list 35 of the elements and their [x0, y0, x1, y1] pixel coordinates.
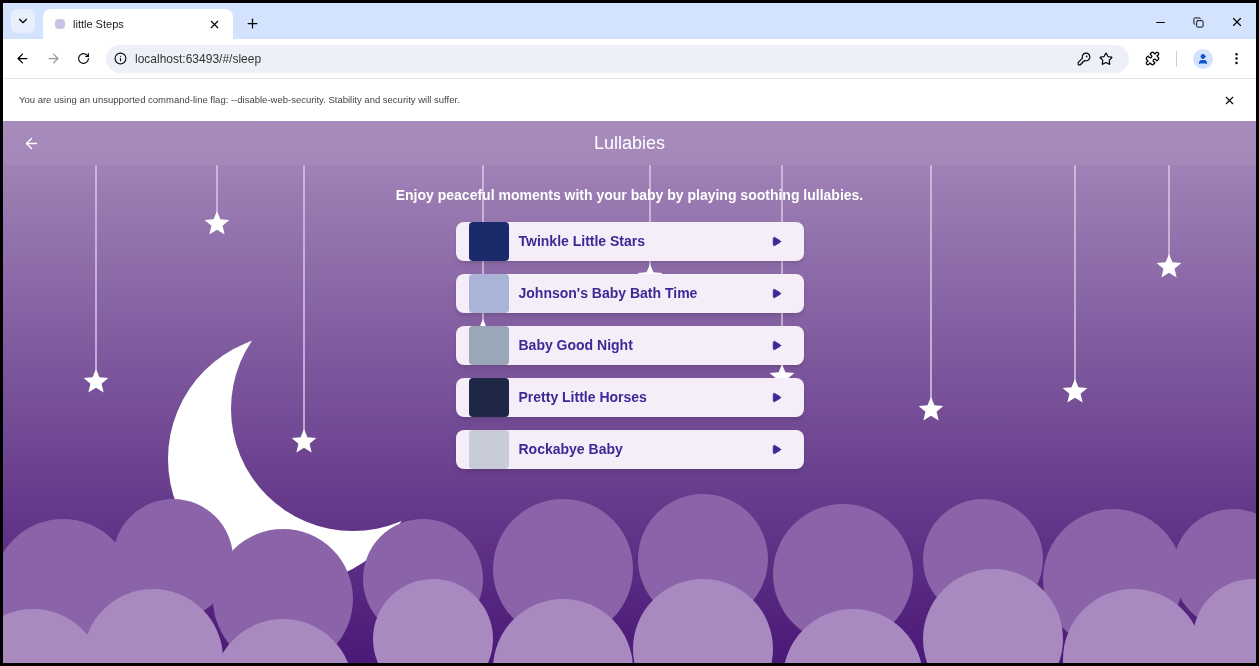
- new-tab-icon[interactable]: [245, 16, 260, 31]
- subtitle: Enjoy peaceful moments with your baby by playing soothing lullabies.: [395, 186, 864, 205]
- extensions-icon[interactable]: [1145, 51, 1160, 66]
- lullaby-card[interactable]: Johnson's Baby Bath Time: [455, 274, 804, 313]
- close-icon[interactable]: [1230, 15, 1244, 29]
- photo-placeholder: [468, 222, 509, 261]
- play-icon[interactable]: [770, 288, 782, 299]
- app-bar-title: Lullabies: [592, 131, 667, 155]
- reload-icon[interactable]: [77, 52, 90, 65]
- lullaby-card[interactable]: Twinkle Little Stars: [455, 222, 804, 261]
- lullaby-card[interactable]: Pretty Little Horses: [455, 378, 804, 417]
- browser-tab[interactable]: little Steps: [43, 9, 233, 39]
- play-icon[interactable]: [770, 392, 782, 403]
- info-icon: [114, 52, 127, 65]
- photo-placeholder: [468, 326, 509, 365]
- play-icon[interactable]: [770, 340, 782, 351]
- address-text: localhost:63493/#/sleep: [135, 50, 263, 68]
- address-bar[interactable]: localhost:63493/#/sleep: [106, 44, 1129, 73]
- lullaby-card[interactable]: Rockabye Baby: [455, 430, 804, 469]
- photo-placeholder: [468, 378, 509, 417]
- photo-placeholder: [468, 430, 509, 469]
- lullaby-card[interactable]: Baby Good Night: [455, 326, 804, 365]
- tab-search-button[interactable]: [11, 9, 35, 33]
- bookmark-star-icon[interactable]: [1099, 51, 1113, 66]
- forward-icon[interactable]: [46, 51, 61, 66]
- photo-placeholder: [468, 274, 509, 313]
- tab-title: little Steps: [73, 16, 125, 32]
- back-icon[interactable]: [15, 51, 30, 66]
- play-icon[interactable]: [770, 444, 782, 455]
- key-icon[interactable]: [1077, 51, 1091, 66]
- favicon-icon: [55, 19, 65, 29]
- play-icon[interactable]: [770, 236, 782, 247]
- infobar-message: You are using an unsupported command-line flag: --disable-web-security. Stability and security will suffer.: [19, 92, 461, 107]
- restore-icon[interactable]: [1193, 16, 1204, 28]
- profile-avatar-icon[interactable]: [1193, 48, 1213, 69]
